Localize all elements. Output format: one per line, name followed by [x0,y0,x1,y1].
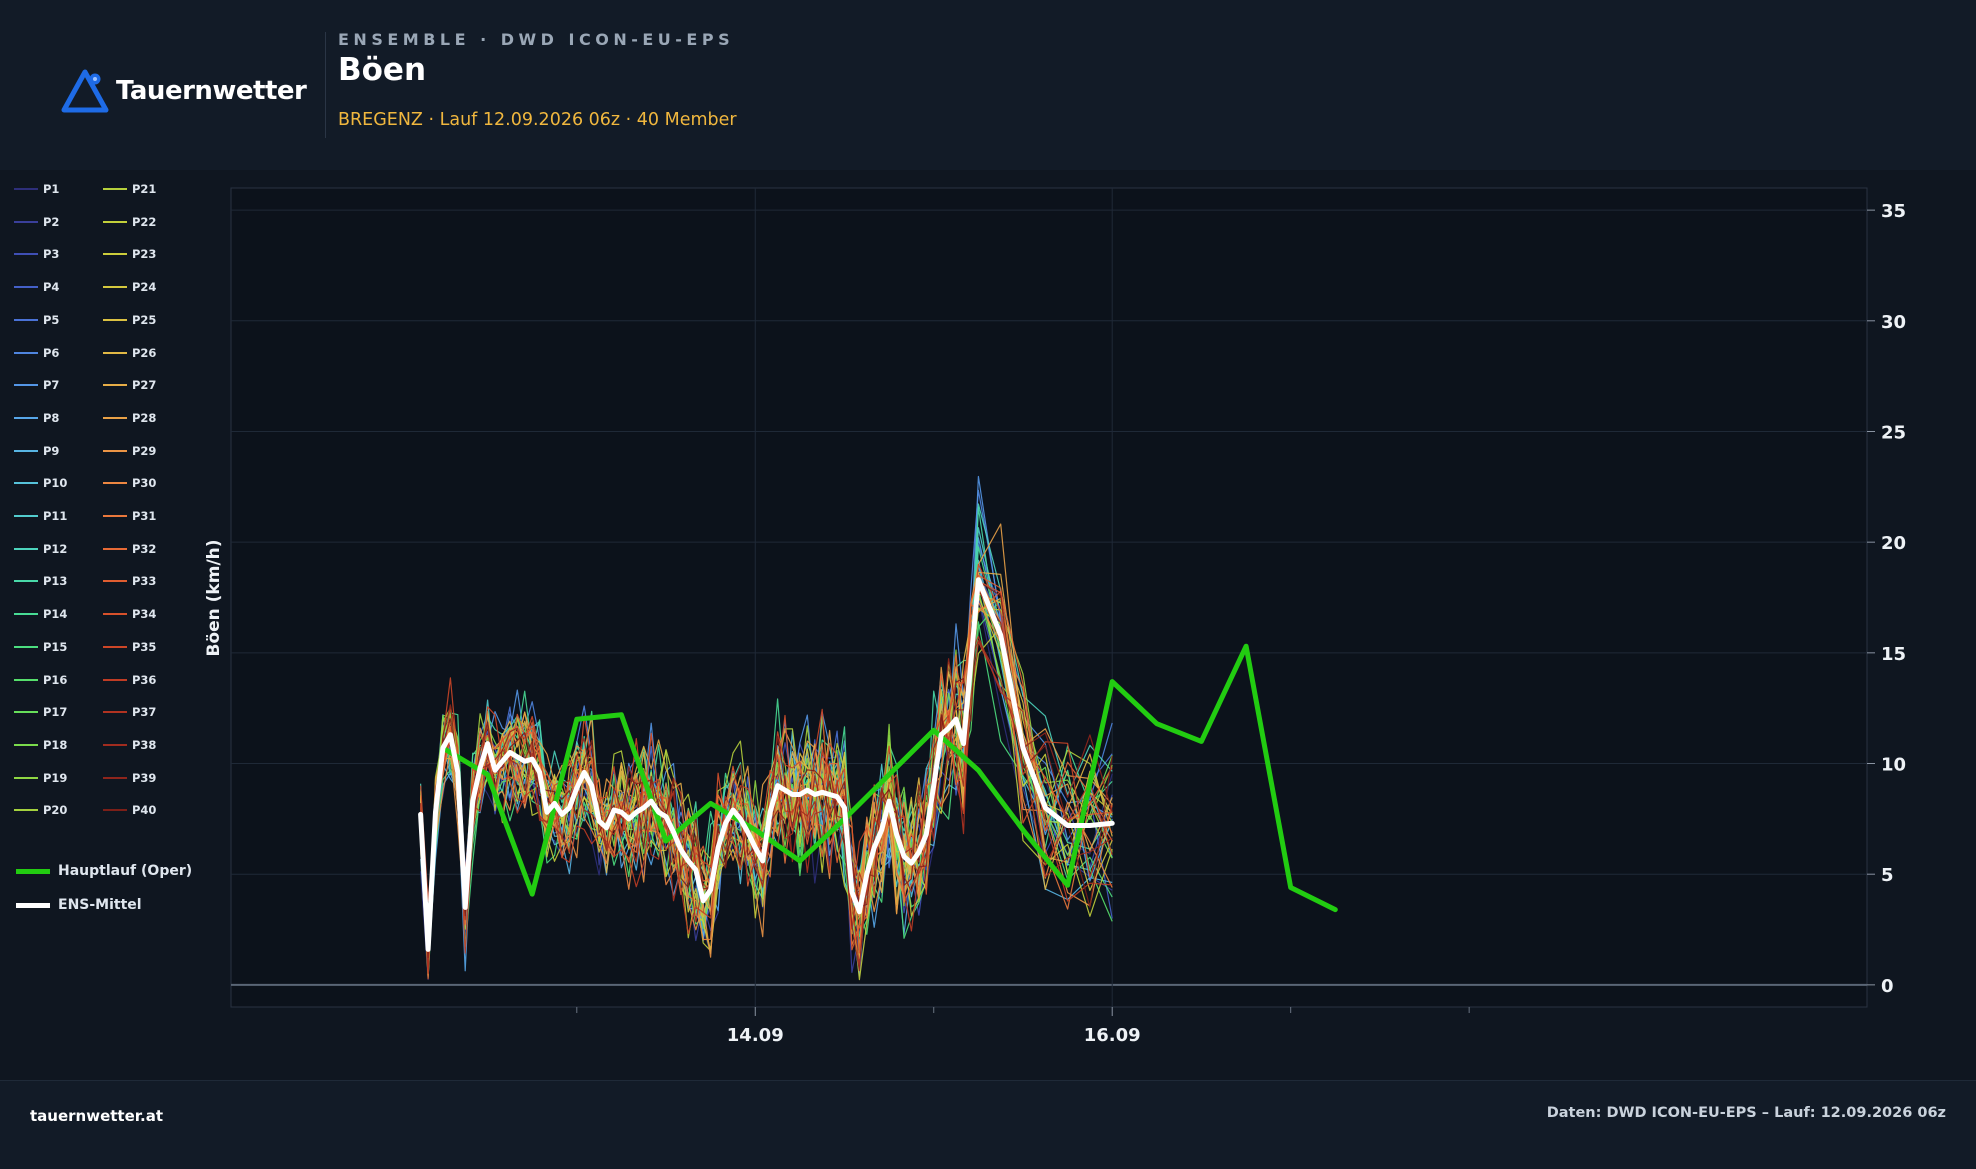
gust-chart: 0 5 10 15 20 25 30 35 14.09 16.09 Böen (km/h) [204,187,1906,1046]
y-tick-label: 35 [1881,201,1906,222]
y-tick-label: 0 [1881,976,1894,997]
y-tick-label: 20 [1881,533,1906,554]
footer-source: Daten: DWD ICON-EU-EPS – Lauf: 12.09.202… [1546,1105,1946,1121]
y-tick-label: 10 [1881,755,1906,776]
x-tick-label: 14.09 [727,1025,784,1046]
y-axis-label: Böen (km/h) [204,539,224,656]
y-tick-label: 30 [1881,312,1906,333]
footer: tauernwetter.at Daten: DWD ICON-EU-EPS –… [0,1080,1976,1169]
y-tick-label: 5 [1881,865,1894,886]
x-tick-label: 16.09 [1084,1025,1141,1046]
y-tick-label: 25 [1881,422,1906,443]
footer-site[interactable]: tauernwetter.at [30,1107,163,1125]
y-tick-label: 15 [1881,644,1906,665]
plot-area [230,187,1868,1008]
